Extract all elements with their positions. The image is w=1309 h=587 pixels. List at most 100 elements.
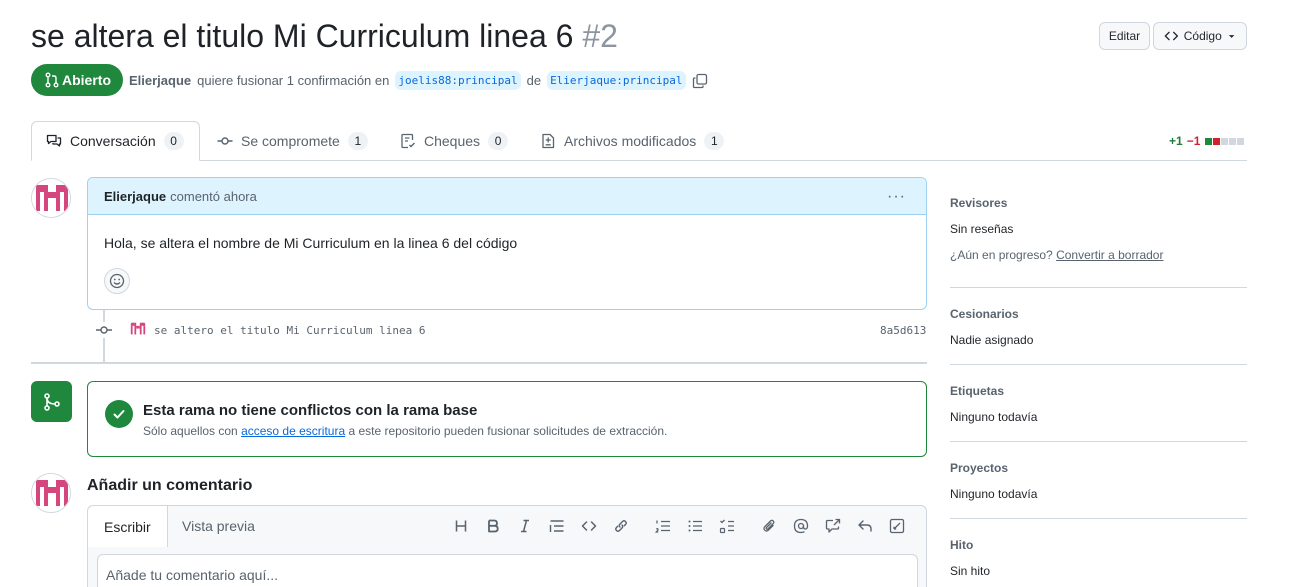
diffstat-block-del <box>1213 137 1221 145</box>
tab-counter: 1 <box>347 132 368 150</box>
comment-textarea[interactable]: Añade tu comentario aquí... <box>97 554 918 587</box>
diffstat-additions: +1 <box>1169 134 1183 148</box>
identicon <box>32 474 70 512</box>
milestone-value: Sin hito <box>950 564 991 578</box>
sidebar-divider <box>950 287 1247 288</box>
ordered-list-icon[interactable] <box>647 516 679 536</box>
quote-icon[interactable] <box>541 516 573 536</box>
diffstat-block-neutral <box>1229 137 1237 145</box>
comment-body: Hola, se altera el nombre de Mi Curricul… <box>104 235 518 251</box>
tab-files-changed[interactable]: Archivos modificados 1 <box>526 121 738 161</box>
tab-label: Conversación <box>70 133 156 149</box>
add-comment-title: Añadir un comentario <box>87 477 253 494</box>
merge-sub-after: a este repositorio pueden fusionar solic… <box>348 424 668 438</box>
diffstat-blocks <box>1204 137 1245 145</box>
bold-icon[interactable] <box>477 516 509 536</box>
base-branch[interactable]: joelis88:principal <box>395 71 521 90</box>
markdown-toolbar <box>445 516 913 536</box>
avatar[interactable] <box>31 178 71 218</box>
edit-button-label: Editar <box>1108 29 1141 43</box>
pr-number: #2 <box>582 18 618 54</box>
assignees-value: Nadie asignado <box>950 333 1034 347</box>
milestone-heading[interactable]: Hito <box>950 538 973 552</box>
diffstat-block-neutral <box>1237 137 1245 145</box>
unordered-list-icon[interactable] <box>679 516 711 536</box>
tasklist-icon[interactable] <box>711 516 743 536</box>
commit-sha-link[interactable]: 8a5d613 <box>880 324 926 337</box>
sidebar-divider <box>950 364 1247 365</box>
cross-reference-icon[interactable] <box>817 516 849 536</box>
italic-icon[interactable] <box>509 516 541 536</box>
tab-checks[interactable]: Cheques 0 <box>386 121 522 161</box>
diffstat-block-neutral <box>1221 137 1229 145</box>
reviewers-value: Sin reseñas <box>950 222 1014 236</box>
pr-author-link[interactable]: Elierjaque <box>129 73 191 88</box>
merge-box: Esta rama no tiene conflictos con la ram… <box>87 381 927 457</box>
write-access-link[interactable]: acceso de escritura <box>241 424 345 438</box>
tab-counter: 1 <box>704 132 725 150</box>
avatar[interactable] <box>31 473 71 513</box>
commit-avatar[interactable] <box>129 320 147 338</box>
timeline-divider <box>31 362 927 364</box>
tab-conversation[interactable]: Conversación 0 <box>31 121 200 161</box>
commit-message-link[interactable]: se altero el titulo Mi Curriculum linea … <box>154 324 426 337</box>
head-branch[interactable]: Elierjaque:principal <box>547 71 686 90</box>
file-diff-icon <box>542 133 555 149</box>
add-reaction-button[interactable] <box>104 268 130 294</box>
convert-to-draft-link[interactable]: Convertir a borrador <box>1056 248 1163 262</box>
sidebar-divider <box>950 518 1247 519</box>
diffstat-deletions: −1 <box>1186 134 1201 148</box>
check-icon <box>113 410 125 419</box>
caret-down-icon <box>1228 35 1235 38</box>
page-title: se altera el titulo Mi Curriculum linea … <box>31 18 618 55</box>
pr-title-text: se altera el titulo Mi Curriculum linea … <box>31 18 574 54</box>
tab-label: Cheques <box>424 133 481 149</box>
assignees-heading[interactable]: Cesionarios <box>950 307 1019 321</box>
tab-counter: 0 <box>488 132 509 150</box>
tab-label: Se compromete <box>241 133 340 149</box>
projects-value: Ninguno todavía <box>950 487 1038 501</box>
comment-discussion-icon <box>46 134 62 147</box>
status-badge-label: Abierto <box>62 72 111 88</box>
kebab-menu-icon[interactable]: ··· <box>887 188 906 206</box>
heading-icon[interactable] <box>445 516 477 536</box>
copy-icon[interactable] <box>692 73 708 89</box>
tab-commits[interactable]: Se compromete 1 <box>203 121 382 161</box>
draft-prompt: ¿Aún en progreso? Convertir a borrador <box>950 248 1163 262</box>
paperclip-icon[interactable] <box>753 516 785 536</box>
comment-header: Elierjaque comentó ahora <box>88 178 926 215</box>
labels-heading[interactable]: Etiquetas <box>950 384 1004 398</box>
pull-request-icon <box>45 72 59 88</box>
tab-preview[interactable]: Vista previa <box>166 506 271 546</box>
labels-value: Ninguno todavía <box>950 410 1038 424</box>
comment-action: comentó ahora <box>170 188 257 204</box>
reply-icon[interactable] <box>849 516 881 536</box>
diffstat-block-add <box>1205 137 1213 145</box>
merge-status-icon <box>31 381 72 422</box>
comment-editor: Escribir Vista previa Añade tu comentari… <box>87 505 927 587</box>
draft-question: ¿Aún en progreso? <box>950 248 1053 262</box>
diffstat: +1 −1 <box>1169 134 1245 148</box>
projects-heading[interactable]: Proyectos <box>950 461 1008 475</box>
pr-meta: Elierjaque quiere fusionar 1 confirmació… <box>129 71 708 90</box>
fullscreen-edit-icon[interactable] <box>881 516 913 536</box>
check-circle-icon <box>105 400 133 428</box>
pr-meta-text: quiere fusionar 1 confirmación en <box>197 73 390 88</box>
smiley-icon <box>109 273 125 289</box>
identicon <box>32 179 70 217</box>
identicon <box>129 320 147 338</box>
git-commit-icon <box>217 137 233 145</box>
link-icon[interactable] <box>605 516 637 536</box>
merge-subtitle: Sólo aquellos con acceso de escritura a … <box>143 424 667 438</box>
tab-label: Archivos modificados <box>564 133 697 149</box>
code-icon[interactable] <box>573 516 605 536</box>
sidebar-divider <box>950 441 1247 442</box>
git-commit-icon <box>95 322 113 338</box>
comment-box: Elierjaque comentó ahora ··· Hola, se al… <box>87 177 927 310</box>
tab-write[interactable]: Escribir <box>88 506 168 547</box>
edit-button[interactable]: Editar <box>1099 22 1150 50</box>
comment-author[interactable]: Elierjaque <box>104 189 166 204</box>
code-button[interactable]: Código <box>1153 22 1247 50</box>
reviewers-heading[interactable]: Revisores <box>950 196 1007 210</box>
mention-icon[interactable] <box>785 516 817 536</box>
